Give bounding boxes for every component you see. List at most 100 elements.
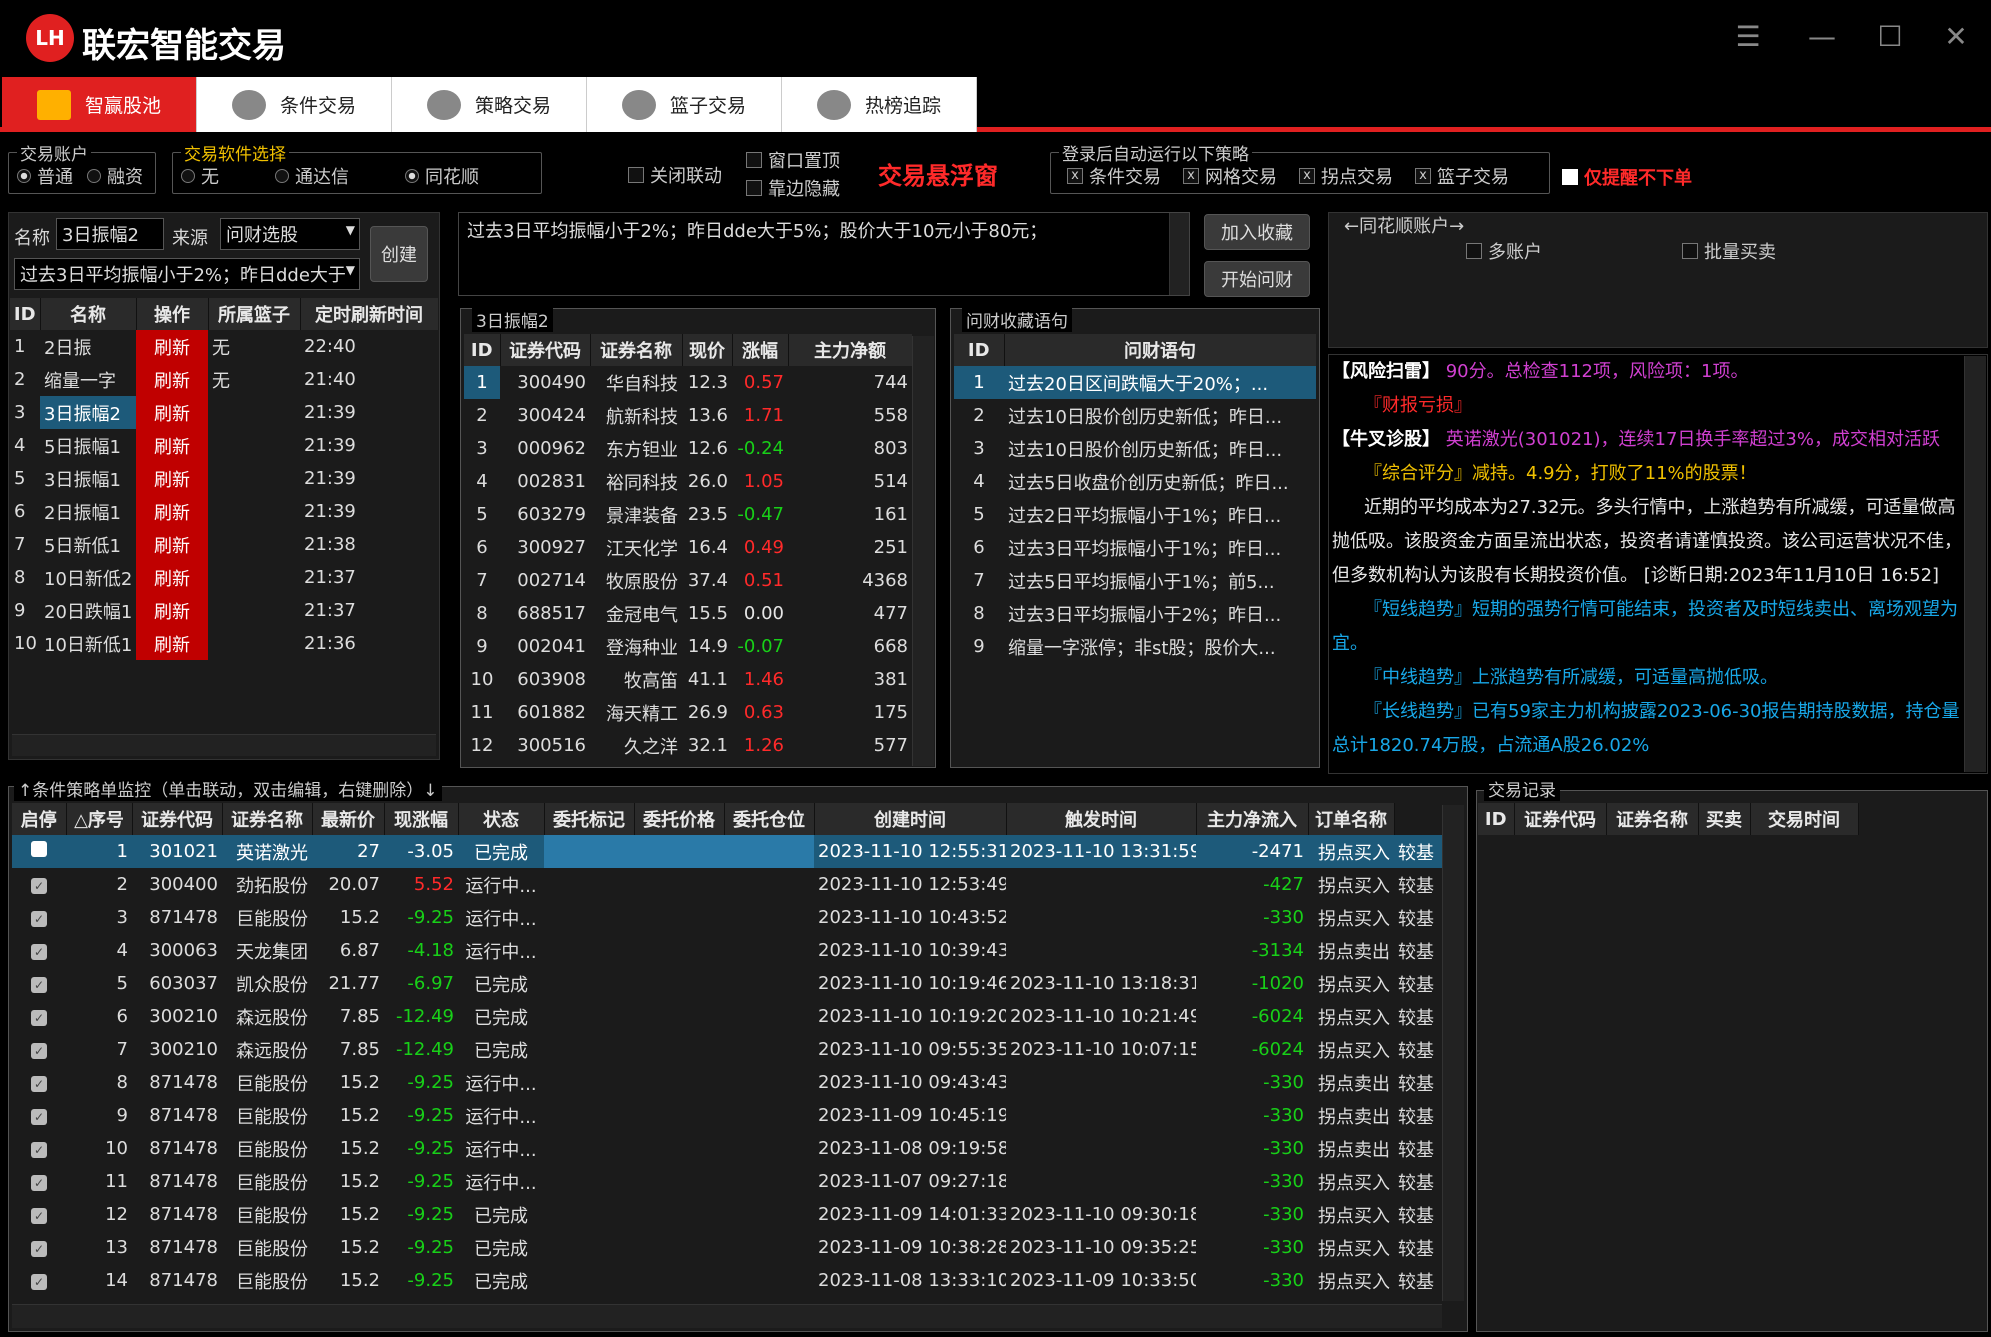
refresh-button[interactable]: 刷新 <box>136 627 208 660</box>
close-link-checkbox[interactable]: 关闭联动 <box>628 162 722 188</box>
table-row[interactable]: ✓ 14 871478 巨能股份 15.2 -9.25 已完成 2023-11-08 13:3… <box>12 1264 1442 1297</box>
table-row[interactable]: ✓ 10 871478 巨能股份 15.2 -9.25 运行中... 2023-11-08 0… <box>12 1132 1442 1165</box>
table-row[interactable]: ✓ 9 871478 巨能股份 15.2 -9.25 运行中... 2023-11-09 10… <box>12 1099 1442 1132</box>
close-icon[interactable]: ✕ <box>1936 18 1976 54</box>
create-button[interactable]: 创建 <box>370 226 428 282</box>
multi-account-checkbox[interactable]: 多账户 <box>1466 238 1542 264</box>
column-header[interactable]: 委托价格 <box>634 803 725 835</box>
checkbox-icon[interactable]: ✓ <box>31 1175 47 1191</box>
menu-icon[interactable]: ☰ <box>1728 18 1768 54</box>
table-row[interactable]: 3 过去10日股价创历史新低；昨日... <box>954 432 1316 465</box>
enable-checkbox[interactable]: ✓ <box>12 967 66 1000</box>
checkbox-icon[interactable]: ✓ <box>31 1010 47 1026</box>
table-row[interactable]: 3 3日振幅2 刷新 21:39 <box>10 396 438 429</box>
refresh-button[interactable]: 刷新 <box>136 594 208 627</box>
auto-item-checkbox[interactable]: x 拐点交易 <box>1299 163 1393 189</box>
refresh-button[interactable]: 刷新 <box>136 495 208 528</box>
enable-checkbox[interactable]: ✓ <box>12 934 66 967</box>
account-margin-radio[interactable]: 融资 <box>87 163 143 189</box>
enable-checkbox[interactable] <box>12 835 66 868</box>
table-row[interactable]: 6 300927 江天化学 16.4 0.49 251 <box>464 531 912 564</box>
table-row[interactable]: 9 缩量一字涨停；非st股；股价大... <box>954 630 1316 663</box>
table-row[interactable]: 7 过去5日平均振幅小于1%；前5... <box>954 564 1316 597</box>
monitor-hscrollbar[interactable] <box>12 1304 1442 1328</box>
auto-item-checkbox[interactable]: x 网格交易 <box>1183 163 1277 189</box>
table-row[interactable]: 4 过去5日收盘价创历史新低；昨日... <box>954 465 1316 498</box>
column-header[interactable]: 主力净额 <box>788 334 912 366</box>
enable-checkbox[interactable]: ✓ <box>12 1132 66 1165</box>
table-row[interactable]: 4 5日振幅1 刷新 21:39 <box>10 429 438 462</box>
column-header[interactable]: 证券名称 <box>1606 803 1699 835</box>
pool-name[interactable]: 缩量一字 <box>40 363 136 396</box>
enable-checkbox[interactable]: ✓ <box>12 1198 66 1231</box>
pool-name[interactable]: 20日跌幅1 <box>40 594 136 627</box>
enable-checkbox[interactable]: ✓ <box>12 1066 66 1099</box>
float-window-button[interactable]: 交易悬浮窗 <box>878 156 998 191</box>
table-row[interactable]: ✓ 6 300210 森远股份 7.85 -12.49 已完成 2023-11-10 10:1… <box>12 1000 1442 1033</box>
remind-only-checkbox[interactable]: 仅提醒不下单 <box>1562 164 1692 190</box>
minimize-icon[interactable]: — <box>1802 18 1842 54</box>
sw-tdx-radio[interactable]: 通达信 <box>275 163 349 189</box>
table-row[interactable]: 6 过去3日平均振幅小于1%；昨日... <box>954 531 1316 564</box>
pool-name[interactable]: 10日新低2 <box>40 561 136 594</box>
column-header[interactable]: 证券代码 <box>132 803 223 835</box>
column-header[interactable]: 证券代码 <box>500 334 591 366</box>
enable-checkbox[interactable]: ✓ <box>12 1099 66 1132</box>
enable-checkbox[interactable]: ✓ <box>12 868 66 901</box>
checkbox-icon[interactable]: ✓ <box>31 1142 47 1158</box>
account-normal-radio[interactable]: 普通 <box>17 163 73 189</box>
table-row[interactable]: ✓ 5 603037 凯众股份 21.77 -6.97 已完成 2023-11-10 10:1… <box>12 967 1442 1000</box>
checkbox-icon[interactable]: ✓ <box>31 911 47 927</box>
checkbox-icon[interactable]: ✓ <box>31 1241 47 1257</box>
table-row[interactable]: 1 300490 华自科技 12.3 0.57 744 <box>464 366 912 399</box>
checkbox-icon[interactable]: ✓ <box>31 977 47 993</box>
stocks-vscrollbar[interactable] <box>912 336 934 766</box>
table-row[interactable]: 11 601882 海天精工 26.9 0.63 175 <box>464 696 912 729</box>
tab-3[interactable]: 篮子交易 <box>587 77 782 132</box>
pool-name[interactable]: 2日振 <box>40 330 136 363</box>
enable-checkbox[interactable]: ✓ <box>12 1231 66 1264</box>
query-vscrollbar[interactable] <box>1169 213 1189 295</box>
column-header[interactable]: 现涨幅 <box>384 803 459 835</box>
tab-0[interactable]: 智赢股池 <box>2 77 197 132</box>
table-row[interactable]: ✓ 2 300400 劲拓股份 20.07 5.52 运行中... 2023-11-10 12… <box>12 868 1442 901</box>
table-row[interactable]: ✓ 7 300210 森远股份 7.85 -12.49 已完成 2023-11-10 09:5… <box>12 1033 1442 1066</box>
checkbox-icon[interactable]: ✓ <box>31 878 47 894</box>
checkbox-icon[interactable]: ✓ <box>31 1076 47 1092</box>
table-row[interactable]: 2 缩量一字 刷新无 21:40 <box>10 363 438 396</box>
enable-checkbox[interactable]: ✓ <box>12 1000 66 1033</box>
checkbox-icon[interactable]: ✓ <box>31 1274 47 1290</box>
table-row[interactable]: 5 3日振幅1 刷新 21:39 <box>10 462 438 495</box>
column-header[interactable]: 现价 <box>682 334 733 366</box>
table-row[interactable]: 6 2日振幅1 刷新 21:39 <box>10 495 438 528</box>
checkbox-icon[interactable]: ✓ <box>31 1109 47 1125</box>
table-row[interactable]: 3 000962 东方钽业 12.6 -0.24 803 <box>464 432 912 465</box>
edge-hide-checkbox[interactable]: 靠边隐藏 <box>746 175 840 201</box>
table-row[interactable]: 9 20日跌幅1 刷新 21:37 <box>10 594 438 627</box>
pool-name[interactable]: 3日振幅1 <box>40 462 136 495</box>
start-query-button[interactable]: 开始问财 <box>1204 261 1310 297</box>
pool-source-select[interactable]: 问财选股 ▼ <box>220 218 360 250</box>
pool-name[interactable]: 3日振幅2 <box>40 396 136 429</box>
monitor-vscrollbar[interactable] <box>1442 805 1464 1301</box>
table-row[interactable]: 1 过去20日区间跌幅大于20%；... <box>954 366 1316 399</box>
column-header[interactable]: 涨幅 <box>732 334 789 366</box>
tab-1[interactable]: 条件交易 <box>197 77 392 132</box>
column-header[interactable]: 委托仓位 <box>724 803 815 835</box>
table-row[interactable]: 2 300424 航新科技 13.6 1.71 558 <box>464 399 912 432</box>
column-header[interactable]: 证券名称 <box>590 334 683 366</box>
column-header[interactable]: 所属篮子 <box>208 298 301 330</box>
column-header[interactable]: 委托标记 <box>544 803 635 835</box>
table-row[interactable]: ✓ 3 871478 巨能股份 15.2 -9.25 运行中... 2023-11-10 10… <box>12 901 1442 934</box>
table-row[interactable]: 8 10日新低2 刷新 21:37 <box>10 561 438 594</box>
table-row[interactable]: 8 688517 金冠电气 15.5 0.00 477 <box>464 597 912 630</box>
enable-checkbox[interactable]: ✓ <box>12 1165 66 1198</box>
column-header[interactable]: ID <box>10 298 41 330</box>
column-header[interactable]: 问财语句 <box>1004 334 1316 366</box>
table-row[interactable]: ✓ 11 871478 巨能股份 15.2 -9.25 运行中... 2023-11-07 0… <box>12 1165 1442 1198</box>
checkbox-icon[interactable]: ✓ <box>31 1208 47 1224</box>
table-row[interactable]: 5 过去2日平均振幅小于1%；昨日... <box>954 498 1316 531</box>
table-row[interactable]: 2 过去10日股价创历史新低；昨日... <box>954 399 1316 432</box>
refresh-button[interactable]: 刷新 <box>136 462 208 495</box>
column-header[interactable]: ID <box>954 334 1005 366</box>
